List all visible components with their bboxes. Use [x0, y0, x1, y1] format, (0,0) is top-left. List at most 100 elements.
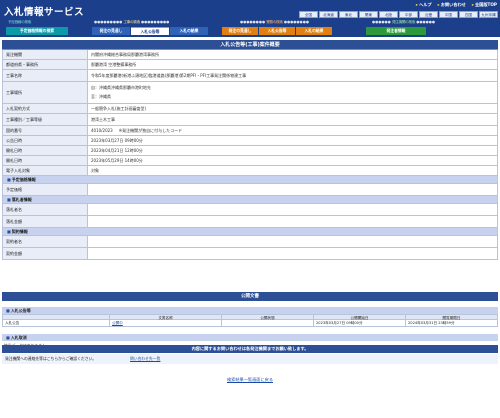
value-notice-date: 2023年03月27日 09時00分	[88, 136, 497, 145]
doc-start: 2023年03月27日 09時00分	[314, 320, 406, 327]
region-zenkoku[interactable]: 全国	[299, 11, 318, 18]
row-category: 工事種別／工事等級 港湾土木工事	[2, 114, 498, 126]
label-bid-method: 入札契約方式	[3, 104, 88, 113]
row-contract-amount: 契約金額	[2, 248, 498, 260]
nav-tabs: 予定価格情報の検索 発注の見通し 入札公告等 入札の結果 発注の見通し 入札公告…	[0, 27, 500, 36]
tab-orderer-info[interactable]: 発注者情報	[366, 27, 426, 35]
value-office: 那覇港湾 空港整備事務所	[88, 60, 497, 69]
value-bidder-name	[88, 204, 497, 215]
docs-subsection: 入札公告等	[2, 307, 498, 314]
location-from: 自：沖縄県沖縄県那覇市港町地先	[91, 85, 151, 90]
label-contract-amount: 契約金額	[3, 248, 88, 259]
value-estimate-price	[88, 184, 497, 195]
tab-works-outlook[interactable]: 発注の見通し	[92, 27, 130, 35]
tab-works-notices[interactable]: 入札公告等	[131, 27, 169, 35]
inquiry-label: 発注機関への連絡先等はこちらからご確認ください。	[5, 356, 97, 361]
row-estimate-price: 予定価格	[2, 184, 498, 196]
tab-services-notices[interactable]: 入札公告等	[259, 27, 295, 35]
row-notice-date: 公告日時 2023年03月27日 09時00分	[2, 136, 498, 146]
services-section-label: ●●●●●●●● 業務の検索 ●●●●●●●●	[240, 20, 309, 24]
project-detail: 入札公告等(工事)案件概要 発注機関 内閣府沖縄総合事務局那覇港湾事務所 都道府…	[2, 40, 498, 260]
value-notice-no: 4010/2023 ※発注機関が独自に付与したコード	[88, 126, 497, 135]
label-notice-date: 公告日時	[3, 136, 88, 145]
contact-link[interactable]: お問い合わせ	[438, 2, 466, 8]
section-estimate: 予定価格情報	[2, 176, 498, 184]
back-to-results-link[interactable]: 検索結果一覧画面に戻る	[227, 377, 273, 382]
region-links: 全国 北海道 東北 関東 北陸 中部 近畿 中国 四国 九州沖縄	[299, 11, 498, 18]
table-row: 入札公告 公開中 2023年03月27日 09時00分 2024年03月31日 …	[2, 320, 498, 327]
label-bid-amount: 落札金額	[3, 216, 88, 227]
public-documents: 公開文書 入札公告等 文書名称 公開状態 公開開始日 閲覧期限日 入札公告 公開…	[2, 292, 498, 327]
row-location: 工事場所 自：沖縄県沖縄県那覇市港町地先 至：沖縄県	[2, 82, 498, 104]
value-project-name: 令和5年度那覇港(新港ふ頭地区)臨港道路(那覇港)第2期PFI・PFI工事発注関…	[88, 70, 497, 81]
row-open-date: 開札日時 2023年05月29日 14時00分	[2, 156, 498, 166]
region-tohoku[interactable]: 東北	[339, 11, 358, 18]
label-e-bid: 電子入札対象	[3, 166, 88, 175]
row-office: 都道府県・事務所 那覇港湾 空港整備事務所	[2, 60, 498, 70]
region-chugoku[interactable]: 中国	[439, 11, 458, 18]
value-e-bid: 対象	[88, 166, 497, 175]
value-open-date: 2023年05月29日 14時00分	[88, 156, 497, 165]
region-hokuriku[interactable]: 北陸	[379, 11, 398, 18]
site-header: 入札情報サービス ヘルプ お問い合わせ 全国版TOP 全国 北海道 東北 関東 …	[0, 0, 500, 37]
value-orderer: 内閣府沖縄総合事務局那覇港湾事務所	[88, 50, 497, 59]
inquiry-bar: 内容に関するお問い合わせは各発注機関までお願い致します。	[2, 345, 498, 353]
value-contractor	[88, 236, 497, 247]
region-kanto[interactable]: 関東	[359, 11, 378, 18]
tab-estimate-search[interactable]: 予定価格情報の検索	[6, 27, 68, 35]
section-bidder: 落札者情報	[2, 196, 498, 204]
region-kyushu-okinawa[interactable]: 九州沖縄	[479, 11, 498, 18]
row-notice-no: 国的番号 4010/2023 ※発注機関が独自に付与したコード	[2, 126, 498, 136]
label-office: 都道府県・事務所	[3, 60, 88, 69]
row-deadline: 開札日時 2023年04月21日 12時00分	[2, 146, 498, 156]
doc-name-link[interactable]: 公開中	[110, 320, 222, 327]
label-location: 工事場所	[3, 82, 88, 103]
value-category: 港湾土木工事	[88, 114, 497, 125]
value-deadline: 2023年04月21日 12時00分	[88, 146, 497, 155]
tab-works-results[interactable]: 入札の結果	[170, 27, 208, 35]
value-bid-amount	[88, 216, 497, 227]
help-link[interactable]: ヘルプ	[416, 2, 432, 8]
label-orderer: 発注機関	[3, 50, 88, 59]
row-e-bid: 電子入札対象 対象	[2, 166, 498, 176]
row-project-name: 工事名称 令和5年度那覇港(新港ふ頭地区)臨港道路(那覇港)第2期PFI・PFI…	[2, 70, 498, 82]
row-contractor: 契約者名	[2, 236, 498, 248]
label-bidder-name: 落札者名	[3, 204, 88, 215]
detail-title: 入札公告等(工事)案件概要	[2, 40, 498, 50]
value-contract-amount	[88, 248, 497, 259]
section-contract: 契約情報	[2, 228, 498, 236]
inquiry-list-link[interactable]: 問い合わせ先一覧	[130, 356, 160, 361]
notice-no: 4010/2023	[91, 128, 113, 133]
cancel-subsection: 入札取消	[2, 334, 498, 341]
site-title[interactable]: 入札情報サービス	[4, 4, 84, 18]
doc-status	[222, 320, 314, 327]
docs-title: 公開文書	[2, 292, 498, 301]
utility-links: ヘルプ お問い合わせ 全国版TOP	[416, 2, 497, 8]
region-kinki[interactable]: 近畿	[419, 11, 438, 18]
row-bid-amount: 落札金額	[2, 216, 498, 228]
row-bidder-name: 落札者名	[2, 204, 498, 216]
orderer-section-label: ●●●●●● 発注機関の検索 ●●●●●●	[372, 20, 436, 24]
tab-services-outlook[interactable]: 発注の見通し	[222, 27, 258, 35]
section-labels: 予定価格の検索 ●●●●●●●●● 工事の検索 ●●●●●●●●● ●●●●●●…	[0, 20, 500, 25]
works-section-label: ●●●●●●●●● 工事の検索 ●●●●●●●●●	[94, 20, 170, 24]
tab-services-results[interactable]: 入札の結果	[296, 27, 332, 35]
national-top-link[interactable]: 全国版TOP	[472, 2, 497, 8]
doc-end: 2024年03月31日 23時59分	[406, 320, 498, 327]
label-category: 工事種別／工事等級	[3, 114, 88, 125]
label-notice-no: 国的番号	[3, 126, 88, 135]
value-location: 自：沖縄県沖縄県那覇市港町地先 至：沖縄県	[88, 82, 497, 103]
region-shikoku[interactable]: 四国	[459, 11, 478, 18]
label-contractor: 契約者名	[3, 236, 88, 247]
region-chubu[interactable]: 中部	[399, 11, 418, 18]
doc-link-text[interactable]: 公開中	[112, 321, 123, 325]
label-open-date: 開札日時	[3, 156, 88, 165]
label-project-name: 工事名称	[3, 70, 88, 81]
estimate-section-label: 予定価格の検索	[8, 20, 32, 24]
location-to: 至：沖縄県	[91, 94, 111, 99]
value-bid-method: 一般競争入札(施工計画審査型)	[88, 104, 497, 113]
inquiry-row: 発注機関への連絡先等はこちらからご確認ください。 問い合わせ先一覧	[2, 354, 498, 364]
footer: 検索結果一覧画面に戻る	[0, 377, 500, 383]
row-bid-method: 入札契約方式 一般競争入札(施工計画審査型)	[2, 104, 498, 114]
region-hokkaido[interactable]: 北海道	[319, 11, 338, 18]
